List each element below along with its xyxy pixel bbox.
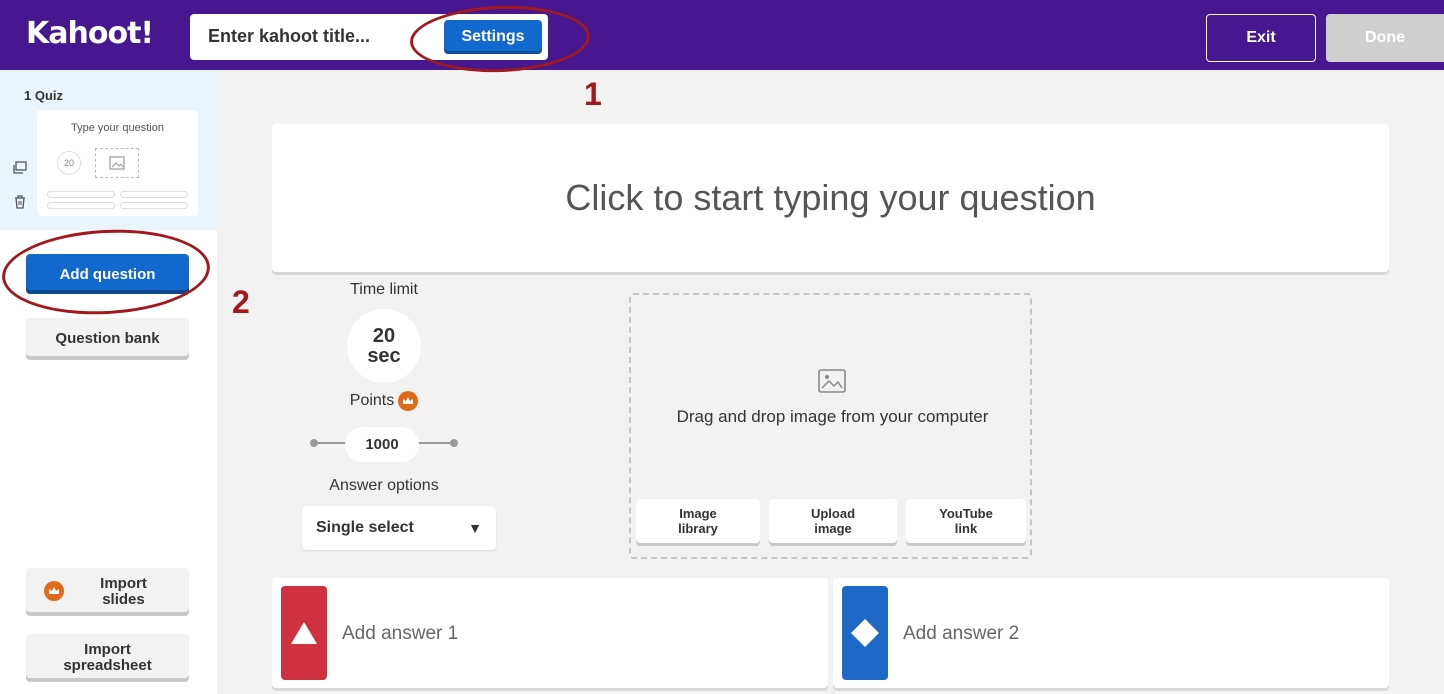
time-limit-selector[interactable]: 20 sec [347, 309, 421, 383]
image-library-label-1: Image [679, 506, 717, 521]
points-label: Points [349, 392, 395, 409]
image-icon [818, 369, 846, 393]
image-icon [109, 156, 125, 170]
image-library-button[interactable]: Image library [636, 499, 760, 543]
points-slider-track [418, 442, 450, 444]
import-spreadsheet-button[interactable]: Import spreadsheet [26, 634, 189, 682]
time-unit: sec [367, 345, 401, 367]
answer-options-select[interactable]: Single select ▼ [302, 506, 496, 550]
exit-button[interactable]: Exit [1206, 14, 1316, 62]
dropdown-arrow-icon: ▼ [468, 520, 482, 536]
import-sheet-label-1: Import [84, 641, 131, 658]
answer-options-label: Answer options [329, 477, 439, 494]
answer-options-value: Single select [316, 519, 414, 536]
upload-image-button[interactable]: Upload image [769, 499, 897, 543]
import-slides-label-1: Import [100, 575, 147, 592]
trash-icon[interactable] [12, 194, 28, 210]
points-slider-track [316, 442, 346, 444]
thumb-answer [47, 191, 115, 198]
triangle-icon [281, 586, 327, 680]
top-bar: Kahoot! Enter kahoot title... Settings E… [0, 0, 1444, 70]
question-bank-button[interactable]: Question bank [26, 318, 189, 360]
upload-image-label-1: Upload [810, 506, 856, 521]
sidebar: 1 Quiz Type your question 20 Add questio… [0, 70, 217, 694]
annotation-number-2: 2 [232, 284, 250, 320]
upload-image-label-2: image [814, 521, 852, 536]
crown-icon [398, 391, 419, 411]
thumb-answer [47, 202, 115, 209]
slide-list-item[interactable]: 1 Quiz Type your question 20 [0, 70, 217, 230]
import-slides-label-2: slides [102, 591, 145, 608]
crown-icon [44, 581, 64, 601]
diamond-icon [842, 586, 888, 680]
time-limit-label: Time limit [350, 281, 418, 298]
youtube-label-1: YouTube [939, 506, 993, 521]
thumb-timer: 20 [57, 151, 81, 175]
youtube-link-button[interactable]: YouTube link [906, 499, 1026, 543]
youtube-label-2: link [954, 521, 978, 536]
image-library-label-2: library [678, 521, 718, 536]
thumb-answer [120, 191, 188, 198]
slide-label: 1 Quiz [24, 88, 64, 103]
thumb-image-placeholder [95, 148, 139, 178]
drop-text: Drag and drop image from your computer [676, 407, 989, 426]
thumb-answer [120, 202, 188, 209]
points-slider-dot [450, 439, 458, 447]
import-slides-button[interactable]: Import slides [26, 568, 189, 616]
import-sheet-label-2: spreadsheet [63, 657, 152, 674]
slide-thumbnail[interactable]: Type your question 20 [37, 110, 198, 216]
points-label-row: Points [300, 391, 468, 411]
media-drop-zone[interactable]: Drag and drop image from your computer I… [629, 293, 1032, 559]
answer-1-placeholder: Add answer 1 [342, 623, 459, 644]
answer-1-card[interactable]: Add answer 1 [272, 578, 828, 688]
answer-2-card[interactable]: Add answer 2 [833, 578, 1389, 688]
kahoot-logo[interactable]: Kahoot! [26, 16, 154, 51]
done-button[interactable]: Done [1326, 14, 1444, 62]
points-selector[interactable]: 1000 [345, 427, 419, 462]
kahoot-title-input[interactable]: Enter kahoot title... [208, 26, 418, 47]
thumb-question: Type your question [71, 122, 164, 134]
question-input[interactable]: Click to start typing your question [272, 124, 1389, 272]
answer-2-placeholder: Add answer 2 [903, 623, 1020, 644]
time-value: 20 [372, 325, 396, 347]
duplicate-icon[interactable] [12, 160, 28, 176]
question-placeholder: Click to start typing your question [565, 177, 1096, 218]
annotation-number-1: 1 [584, 76, 602, 112]
